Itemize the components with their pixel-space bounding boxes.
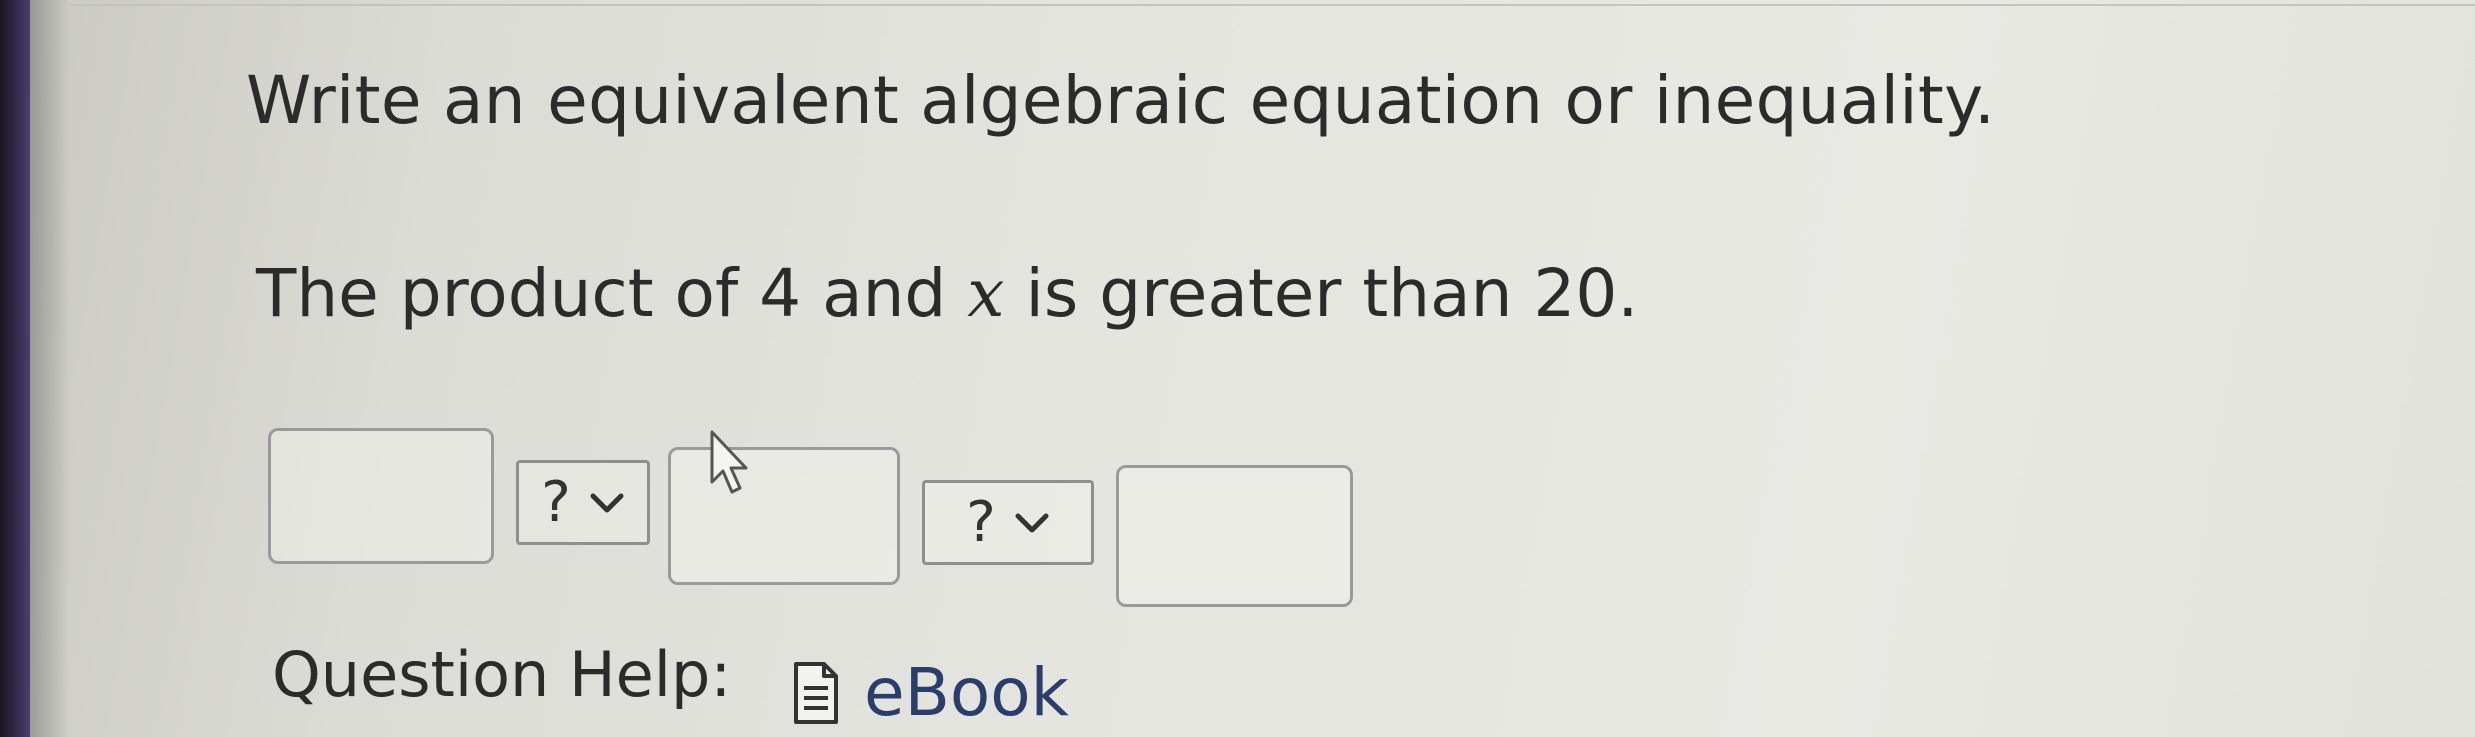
document-icon xyxy=(794,661,838,724)
problem-text-after: is greater than 20. xyxy=(1004,255,1639,332)
operator-select-1[interactable]: ? xyxy=(516,460,650,545)
problem-statement: The product of 4 and x is greater than 2… xyxy=(256,255,1638,332)
chevron-down-icon xyxy=(1015,513,1049,532)
answer-input-3[interactable] xyxy=(1116,465,1353,607)
question-instruction: Write an equivalent algebraic equation o… xyxy=(246,62,1996,139)
screen-bezel xyxy=(0,0,30,737)
problem-text-before: The product of 4 and xyxy=(256,255,968,332)
mouse-cursor-icon xyxy=(710,430,748,494)
ebook-link-label: eBook xyxy=(864,654,1069,731)
operator-select-2-value: ? xyxy=(966,490,996,555)
ebook-link[interactable]: eBook xyxy=(790,654,1069,731)
chevron-down-icon xyxy=(590,493,624,512)
answer-input-2[interactable] xyxy=(668,447,900,585)
question-help-label: Question Help: xyxy=(272,638,732,711)
screen-edge-shadow xyxy=(30,0,70,737)
top-divider xyxy=(70,4,2475,6)
problem-variable: x xyxy=(967,255,1005,332)
operator-select-1-value: ? xyxy=(541,470,571,535)
operator-select-2[interactable]: ? xyxy=(922,480,1094,565)
answer-input-1[interactable] xyxy=(268,428,494,564)
